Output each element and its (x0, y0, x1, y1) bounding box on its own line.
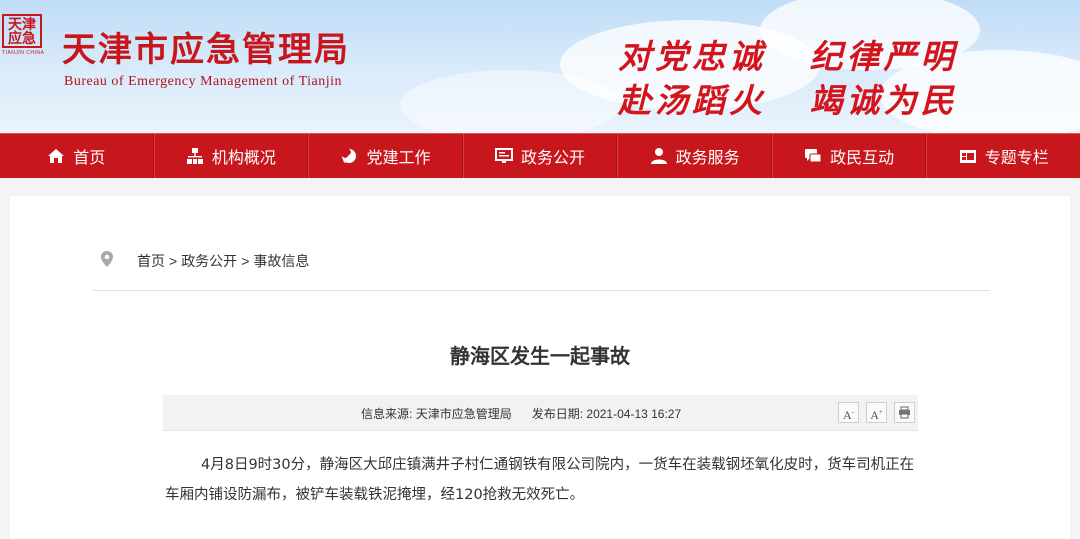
source-value: 天津市应急管理局 (415, 407, 512, 421)
font-decrease-label: A (842, 408, 852, 422)
nav-item-service[interactable]: 政务服务 (617, 134, 772, 178)
print-button[interactable] (894, 402, 915, 423)
nav-item-org[interactable]: 机构概况 (153, 134, 309, 178)
person-icon (650, 148, 667, 164)
nav-item-party[interactable]: 党建工作 (308, 134, 463, 178)
nav-item-label: 政务服务 (675, 150, 740, 167)
date-label: 发布日期: (531, 407, 584, 421)
nav-item-home[interactable]: 首页 (0, 134, 154, 178)
font-decrease-button[interactable]: A- (838, 402, 859, 423)
nav-item-label: 机构概况 (211, 150, 276, 167)
site-subtitle: Bureau of Emergency Management of Tianji… (64, 74, 343, 89)
font-increase-label: A (870, 408, 879, 422)
nav-item-label: 政民互动 (830, 150, 895, 167)
org-chart-icon (186, 148, 203, 164)
nav-item-affairs[interactable]: 政务公开 (462, 134, 618, 178)
breadcrumb-section[interactable]: 政务公开 (181, 253, 237, 269)
monitor-icon (495, 148, 514, 163)
breadcrumb-home[interactable]: 首页 (137, 253, 165, 269)
article-meta-bar: 信息来源: 天津市应急管理局 发布日期: 2021-04-13 16:27 A-… (163, 395, 918, 431)
breadcrumb: 首页 > 政务公开 > 事故信息 (137, 251, 313, 271)
breadcrumb-separator: > (169, 253, 178, 269)
party-emblem-icon (342, 149, 357, 163)
nav-item-interaction[interactable]: 政民互动 (771, 134, 927, 178)
location-pin-icon (101, 251, 113, 267)
home-icon (48, 149, 65, 163)
article-meta: 信息来源: 天津市应急管理局 发布日期: 2021-04-13 16:27 (361, 405, 681, 422)
site-header: 天津 应急 TIANJIN CHINA 天津市应急管理局 Bureau of E… (0, 0, 1080, 133)
film-icon (959, 150, 976, 163)
site-title[interactable]: 天津市应急管理局 (62, 22, 350, 71)
cloud-decoration (400, 70, 620, 133)
logo-seal-subtext: TIANJIN CHINA (2, 50, 45, 56)
breadcrumb-divider (92, 290, 990, 291)
chat-icon (805, 149, 822, 163)
slogan-line-2: 赴汤蹈火 竭诚为民 (618, 81, 958, 120)
font-increase-button[interactable]: A+ (866, 402, 887, 423)
logo-seal-text: 天津 应急 (8, 17, 36, 47)
source-label: 信息来源: (361, 407, 413, 421)
nav-item-topics[interactable]: 专题专栏 (926, 134, 1080, 178)
date-value: 2021-04-13 16:27 (586, 407, 682, 421)
slogan-line-1: 对党忠诚 纪律严明 (618, 37, 958, 76)
article-body: 4月8日9时30分，静海区大邱庄镇满井子村仁通钢铁有限公司院内，一货车在装载钢坯… (165, 457, 915, 503)
main-nav: 首页 机构概况 党建工作 政务公开 政务服务 政民互动 专题专栏 (0, 133, 1080, 178)
breadcrumb-separator: > (241, 253, 250, 269)
nav-item-label: 党建工作 (366, 150, 431, 167)
printer-icon (899, 406, 910, 419)
breadcrumb-current[interactable]: 事故信息 (253, 253, 309, 269)
article-title: 静海区发生一起事故 (450, 344, 630, 368)
nav-item-label: 政务公开 (521, 150, 586, 167)
logo-seal[interactable]: 天津 应急 (2, 14, 42, 48)
nav-item-label: 专题专栏 (984, 150, 1049, 167)
nav-item-label: 首页 (73, 150, 106, 167)
